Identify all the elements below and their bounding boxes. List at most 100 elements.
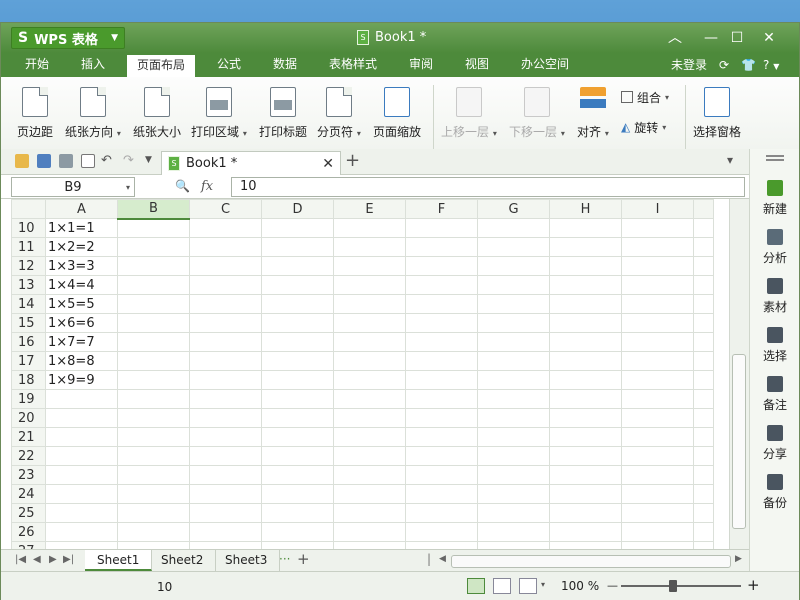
skin-icon[interactable]: 👕 <box>741 53 756 77</box>
grid-cell[interactable] <box>621 275 694 295</box>
grid-cell[interactable] <box>477 465 550 485</box>
grid-cell[interactable] <box>405 446 478 466</box>
grid-cell[interactable] <box>333 237 406 257</box>
grid-cell[interactable] <box>333 446 406 466</box>
column-header-h[interactable]: H <box>549 199 622 219</box>
grid-cell[interactable] <box>693 256 714 276</box>
grid-cell[interactable] <box>333 408 406 428</box>
cell-a[interactable]: 1×4=4 <box>45 275 118 295</box>
grid-cell[interactable] <box>693 484 714 504</box>
login-link[interactable]: 未登录 <box>671 53 707 77</box>
grid-cell[interactable] <box>621 465 694 485</box>
page-break-view-icon[interactable] <box>519 578 537 594</box>
grid-cell[interactable] <box>621 389 694 409</box>
sidebar-item-backup[interactable]: 备份 <box>750 469 800 515</box>
grid-cell[interactable] <box>405 313 478 333</box>
grid-cell[interactable] <box>405 522 478 542</box>
grid-cell[interactable] <box>189 484 262 504</box>
sheet-tab-sheet1[interactable]: Sheet1 <box>85 550 153 571</box>
more-sheets-icon[interactable]: ··· <box>279 552 290 566</box>
cell-a[interactable] <box>45 465 118 485</box>
tab-list-icon[interactable]: ▾ <box>727 153 733 167</box>
sheet-tab-sheet2[interactable]: Sheet2 <box>149 550 217 571</box>
grid-cell[interactable] <box>189 465 262 485</box>
sidebar-item-material[interactable]: 素材 <box>750 273 800 319</box>
grid-cell[interactable] <box>693 332 714 352</box>
tab-data[interactable]: 数据 <box>263 53 307 77</box>
customize-toolbar-icon[interactable]: ▼ <box>145 155 152 165</box>
column-header-a[interactable]: A <box>45 199 118 219</box>
grid-cell[interactable] <box>549 408 622 428</box>
sidebar-item-select[interactable]: 选择 <box>750 322 800 368</box>
horizontal-scrollbar[interactable] <box>451 555 731 568</box>
grid-cell[interactable] <box>405 465 478 485</box>
zoom-in-button[interactable]: + <box>747 576 760 594</box>
grid-cell[interactable] <box>621 370 694 390</box>
grid-cell[interactable] <box>117 332 190 352</box>
zoom-slider-handle[interactable] <box>669 580 677 592</box>
grid-cell[interactable] <box>477 256 550 276</box>
cell-a[interactable] <box>45 408 118 428</box>
grid-cell[interactable] <box>621 408 694 428</box>
grid-cell[interactable] <box>333 503 406 523</box>
grid-cell[interactable] <box>261 218 334 238</box>
grid-cell[interactable] <box>333 427 406 447</box>
name-box[interactable]: B9 ▾ <box>11 177 135 197</box>
grid-cell[interactable] <box>549 522 622 542</box>
grid-cell[interactable] <box>621 351 694 371</box>
row-header[interactable]: 26 <box>11 522 46 542</box>
grid-cell[interactable] <box>693 522 714 542</box>
column-header-c[interactable]: C <box>189 199 262 219</box>
grid-cell[interactable] <box>693 427 714 447</box>
grid-cell[interactable] <box>693 370 714 390</box>
grid-cell[interactable] <box>693 503 714 523</box>
grid-cell[interactable] <box>477 446 550 466</box>
formula-input[interactable]: 10 <box>231 177 745 197</box>
grid-cell[interactable] <box>333 389 406 409</box>
grid-cell[interactable] <box>693 294 714 314</box>
grid-cell[interactable] <box>549 370 622 390</box>
grid-cell[interactable] <box>189 522 262 542</box>
grid-cell[interactable] <box>693 389 714 409</box>
grid-cell[interactable] <box>261 522 334 542</box>
row-header[interactable]: 18 <box>11 370 46 390</box>
grid-cell[interactable] <box>621 237 694 257</box>
grid-cell[interactable] <box>405 503 478 523</box>
grid-cell[interactable] <box>477 389 550 409</box>
page-layout-view-icon[interactable] <box>493 578 511 594</box>
grid-cell[interactable] <box>549 465 622 485</box>
cell-a[interactable] <box>45 484 118 504</box>
grid-cell[interactable] <box>405 237 478 257</box>
grid-cell[interactable] <box>117 218 190 238</box>
grid-cell[interactable] <box>189 256 262 276</box>
grid-cell[interactable] <box>621 522 694 542</box>
grid-cell[interactable] <box>117 275 190 295</box>
grid-cell[interactable] <box>117 484 190 504</box>
add-sheet-button[interactable]: + <box>297 550 310 568</box>
grid-cell[interactable] <box>189 408 262 428</box>
grid-cell[interactable] <box>261 446 334 466</box>
page-zoom-button[interactable]: 页面缩放 <box>373 83 421 157</box>
grid-cell[interactable] <box>405 332 478 352</box>
paper-size-button[interactable]: 纸张大小 <box>133 83 181 157</box>
margins-button[interactable]: 页边距 <box>17 83 53 157</box>
selection-pane-button[interactable]: 选择窗格 <box>693 83 741 157</box>
tab-insert[interactable]: 插入 <box>71 53 115 77</box>
grid-cell[interactable] <box>261 370 334 390</box>
cell-a[interactable] <box>45 427 118 447</box>
grid-cell[interactable] <box>261 294 334 314</box>
row-header[interactable]: 21 <box>11 427 46 447</box>
grid-cell[interactable] <box>477 484 550 504</box>
grid-cell[interactable] <box>189 427 262 447</box>
grid-cell[interactable] <box>117 389 190 409</box>
scroll-right-icon[interactable]: ▶ <box>735 554 742 564</box>
new-tab-button[interactable]: + <box>345 151 365 173</box>
sheet-table[interactable]: A B C D E F G H I 10 1×1=1 11 1×2=2 12 1×3=3 1… <box>11 199 714 561</box>
grid-cell[interactable] <box>333 256 406 276</box>
grid-cell[interactable] <box>117 522 190 542</box>
grid-cell[interactable] <box>189 294 262 314</box>
sidebar-item-note[interactable]: 备注 <box>750 371 800 417</box>
grid-cell[interactable] <box>405 218 478 238</box>
cell-a[interactable]: 1×7=7 <box>45 332 118 352</box>
wps-app-menu-button[interactable]: S WPS 表格 ▼ <box>11 27 125 49</box>
